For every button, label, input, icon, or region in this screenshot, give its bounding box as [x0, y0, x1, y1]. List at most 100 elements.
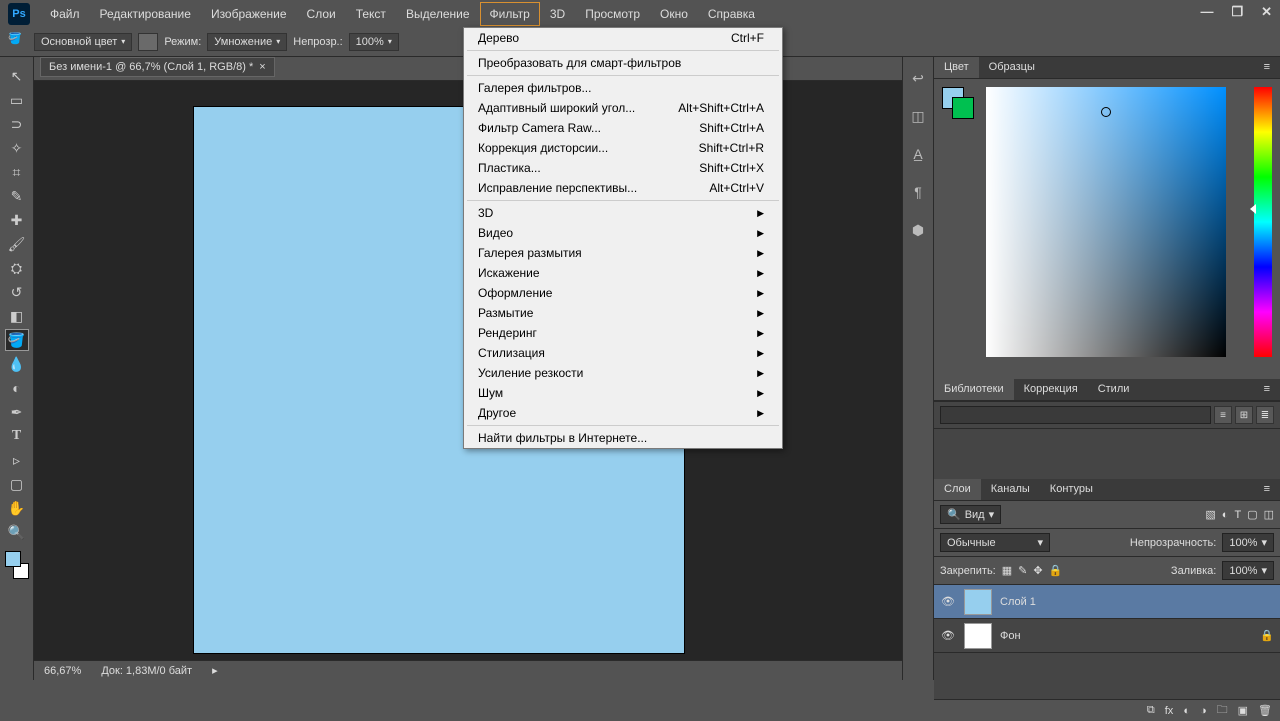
properties-panel-icon[interactable]: ◫ [907, 105, 929, 127]
menu-item[interactable]: Адаптивный широкий угол...Alt+Shift+Ctrl… [464, 98, 782, 118]
dodge-tool-icon[interactable]: ◐ [5, 377, 29, 399]
pattern-swatch[interactable] [138, 33, 158, 51]
tab-layers[interactable]: Слои [934, 479, 981, 500]
new-layer-icon[interactable]: ▣ [1238, 704, 1248, 717]
layer-row[interactable]: 👁Фон🔒 [934, 619, 1280, 653]
tab-styles[interactable]: Стили [1088, 379, 1140, 400]
marquee-tool-icon[interactable]: ▭ [5, 89, 29, 111]
layer-mask-icon[interactable]: ◐ [1183, 705, 1190, 717]
stamp-tool-icon[interactable]: ⛭ [5, 257, 29, 279]
menu-item[interactable]: Фильтр Camera Raw...Shift+Ctrl+A [464, 118, 782, 138]
menu-изображение[interactable]: Изображение [201, 2, 297, 26]
zoom-tool-icon[interactable]: 🔍 [5, 521, 29, 543]
pen-tool-icon[interactable]: ✒ [5, 401, 29, 423]
wand-tool-icon[interactable]: ✧ [5, 137, 29, 159]
maximize-button[interactable]: ❐ [1231, 4, 1243, 20]
menu-item[interactable]: Исправление перспективы...Alt+Ctrl+V [464, 178, 782, 198]
close-tab-icon[interactable]: × [259, 61, 265, 73]
menu-item[interactable]: Пластика...Shift+Ctrl+X [464, 158, 782, 178]
blend-mode-combo[interactable]: Обычные▾ [940, 533, 1050, 552]
panel-menu-icon[interactable]: ≡ [1254, 57, 1280, 78]
tab-color[interactable]: Цвет [934, 57, 979, 78]
library-grid-icon[interactable]: ⊞ [1235, 406, 1253, 424]
paint-bucket-tool-icon[interactable]: 🪣 [5, 329, 29, 351]
menu-item[interactable]: 3D▶ [464, 203, 782, 223]
healing-tool-icon[interactable]: ✚ [5, 209, 29, 231]
layer-fx-icon[interactable]: fx [1165, 705, 1174, 717]
blend-mode-combo[interactable]: Умножение▾ [207, 33, 287, 51]
path-select-tool-icon[interactable]: ▹ [5, 449, 29, 471]
blur-tool-icon[interactable]: 💧 [5, 353, 29, 375]
hue-slider-marker[interactable] [1250, 204, 1256, 214]
panel-menu-icon[interactable]: ≡ [1254, 479, 1280, 500]
menu-item[interactable]: Усиление резкости▶ [464, 363, 782, 383]
menu-item[interactable]: Видео▶ [464, 223, 782, 243]
layer-row[interactable]: 👁Слой 1 [934, 585, 1280, 619]
filter-menu-dropdown[interactable]: ДеревоCtrl+FПреобразовать для смарт-филь… [463, 27, 783, 449]
menu-окно[interactable]: Окно [650, 2, 698, 26]
layer-thumbnail[interactable] [964, 623, 992, 649]
group-icon[interactable]: 🗀 [1217, 701, 1228, 720]
lasso-tool-icon[interactable]: ⊃ [5, 113, 29, 135]
menu-3d[interactable]: 3D [540, 2, 575, 26]
minimize-button[interactable]: — [1200, 4, 1213, 20]
filter-type-icon[interactable]: T [1234, 509, 1241, 521]
menu-редактирование[interactable]: Редактирование [90, 2, 201, 26]
color-marker[interactable] [1101, 107, 1111, 117]
lock-pixels-icon[interactable]: ▦ [1002, 564, 1012, 577]
menu-слои[interactable]: Слои [297, 2, 346, 26]
lock-all-icon[interactable]: 🔒 [1049, 564, 1063, 577]
adjustment-layer-icon[interactable]: ◑ [1200, 705, 1207, 717]
document-tab[interactable]: Без имени-1 @ 66,7% (Слой 1, RGB/8) * × [40, 57, 275, 77]
menu-item[interactable]: Оформление▶ [464, 283, 782, 303]
filter-smart-icon[interactable]: ◫ [1264, 508, 1274, 521]
menu-файл[interactable]: Файл [40, 2, 90, 26]
tab-libraries[interactable]: Библиотеки [934, 379, 1014, 400]
color-swatches[interactable] [5, 551, 29, 579]
visibility-icon[interactable]: 👁 [940, 629, 956, 642]
hue-slider[interactable] [1254, 87, 1272, 357]
color-field[interactable] [986, 87, 1226, 357]
character-panel-icon[interactable]: A̲ [907, 143, 929, 165]
menu-выделение[interactable]: Выделение [396, 2, 480, 26]
history-panel-icon[interactable]: ↩ [907, 67, 929, 89]
brush-tool-icon[interactable]: 🖌 [5, 233, 29, 255]
eyedropper-tool-icon[interactable]: ✎ [5, 185, 29, 207]
filter-shape-icon[interactable]: ▢ [1247, 508, 1257, 521]
library-list-icon[interactable]: ≣ [1256, 406, 1274, 424]
menu-item[interactable]: Преобразовать для смарт-фильтров [464, 53, 782, 73]
tab-adjustments[interactable]: Коррекция [1014, 379, 1088, 400]
menu-item[interactable]: Другое▶ [464, 403, 782, 423]
crop-tool-icon[interactable]: ⌗ [5, 161, 29, 183]
visibility-icon[interactable]: 👁 [940, 595, 956, 608]
filter-pixel-icon[interactable]: ▧ [1205, 508, 1215, 521]
filter-adjust-icon[interactable]: ◐ [1222, 509, 1229, 521]
3d-panel-icon[interactable]: ⬢ [907, 219, 929, 241]
history-brush-tool-icon[interactable]: ↺ [5, 281, 29, 303]
paragraph-panel-icon[interactable]: ¶ [907, 181, 929, 203]
menu-item[interactable]: Найти фильтры в Интернете... [464, 428, 782, 448]
menu-item[interactable]: Галерея фильтров... [464, 78, 782, 98]
menu-item[interactable]: Рендеринг▶ [464, 323, 782, 343]
fill-source-combo[interactable]: Основной цвет▾ [34, 33, 132, 51]
menu-item[interactable]: Шум▶ [464, 383, 782, 403]
tab-swatches[interactable]: Образцы [979, 57, 1045, 78]
library-menu-icon[interactable]: ≡ [1214, 406, 1232, 424]
close-button[interactable]: ✕ [1261, 4, 1272, 20]
hand-tool-icon[interactable]: ✋ [5, 497, 29, 519]
layer-kind-filter[interactable]: 🔍 Вид ▾ [940, 505, 1001, 524]
menu-item[interactable]: Коррекция дисторсии...Shift+Ctrl+R [464, 138, 782, 158]
menu-просмотр[interactable]: Просмотр [575, 2, 650, 26]
menu-item[interactable]: Размытие▶ [464, 303, 782, 323]
layer-fill-combo[interactable]: 100%▾ [1222, 561, 1274, 580]
menu-справка[interactable]: Справка [698, 2, 765, 26]
foreground-color-swatch[interactable] [5, 551, 21, 567]
menu-текст[interactable]: Текст [346, 2, 396, 26]
opacity-combo[interactable]: 100%▾ [349, 33, 399, 51]
rectangle-tool-icon[interactable]: ▢ [5, 473, 29, 495]
panel-bg-swatch[interactable] [952, 97, 974, 119]
lock-position-icon[interactable]: ✥ [1033, 564, 1042, 577]
layer-thumbnail[interactable] [964, 589, 992, 615]
lock-brush-icon[interactable]: ✎ [1018, 564, 1027, 577]
menu-item[interactable]: Искажение▶ [464, 263, 782, 283]
